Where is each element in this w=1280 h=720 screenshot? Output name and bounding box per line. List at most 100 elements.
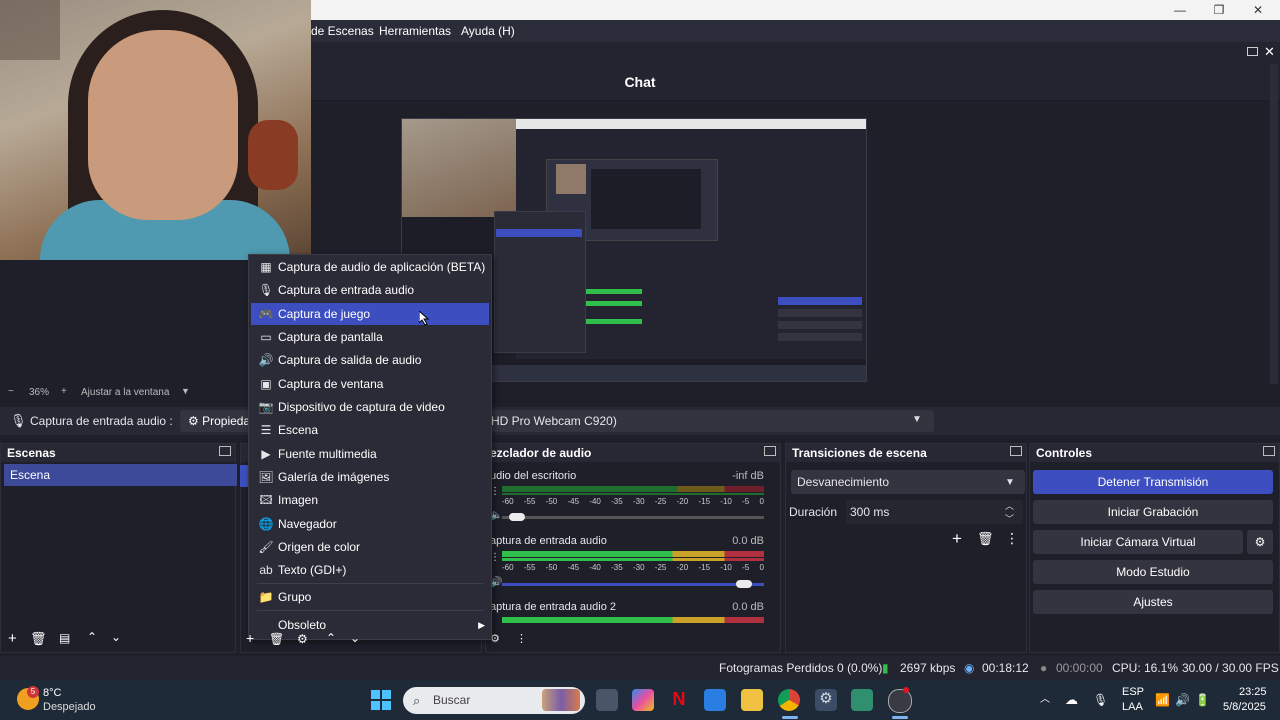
zoom-in-button[interactable]: + xyxy=(61,386,67,397)
list-icon: ☰ xyxy=(260,423,272,437)
settings-app-icon[interactable]: ⚙ xyxy=(815,689,837,711)
task-view-icon[interactable] xyxy=(596,689,618,711)
start-virtual-camera-button[interactable]: Iniciar Cámara Virtual xyxy=(1033,530,1243,554)
preview-scrollbar[interactable] xyxy=(1270,64,1278,384)
clock-date[interactable]: 5/8/2025 xyxy=(1223,701,1266,713)
gear-icon[interactable]: ⚙ xyxy=(1247,530,1273,554)
duration-input[interactable]: 300 ms xyxy=(846,500,1023,524)
menu-scenes[interactable]: de Escenas xyxy=(311,20,374,42)
netflix-icon[interactable]: N xyxy=(668,689,690,711)
studio-mode-button[interactable]: Modo Estudio xyxy=(1033,560,1273,584)
trash-icon[interactable]: 🗑 xyxy=(30,631,47,647)
scene-item[interactable]: Escena xyxy=(4,464,237,486)
undock-icon[interactable] xyxy=(1247,47,1258,56)
menu-item-display-capture[interactable]: ▭ Captura de pantalla xyxy=(251,326,489,348)
speaker-icon: 🔊 xyxy=(258,353,274,367)
gear-icon[interactable]: ⚙ xyxy=(297,632,308,646)
restore-button[interactable]: ❐ xyxy=(1199,0,1239,20)
webcam-feed xyxy=(0,0,311,260)
file-explorer-icon[interactable] xyxy=(741,689,763,711)
stepper-down-icon[interactable]: ﹀ xyxy=(1005,512,1014,525)
menu-item-video-capture-device[interactable]: 📷 Dispositivo de captura de video xyxy=(251,396,489,418)
menu-item-text-gdi[interactable]: ab Texto (GDI+) xyxy=(251,559,489,581)
store-icon[interactable] xyxy=(704,689,726,711)
mixer-menu-icon[interactable]: ⋮ xyxy=(516,632,527,645)
undock-icon[interactable] xyxy=(1010,446,1022,456)
menu-tools[interactable]: Herramientas xyxy=(379,20,451,42)
menu-item-audio-input-capture[interactable]: 🎙 Captura de entrada audio xyxy=(251,279,489,301)
zoom-out-button[interactable]: − xyxy=(8,386,14,397)
mouse-cursor-icon xyxy=(419,311,429,326)
menu-help[interactable]: Ayuda (H) xyxy=(461,20,515,42)
add-scene-button[interactable]: + xyxy=(8,630,17,647)
menu-item-browser[interactable]: 🌐 Navegador xyxy=(251,513,489,535)
obs-icon[interactable] xyxy=(888,689,912,713)
source-item[interactable] xyxy=(240,465,248,487)
dock-close-icon[interactable]: ✕ xyxy=(1264,44,1275,60)
menu-item-scene[interactable]: ☰ Escena xyxy=(251,419,489,441)
mixer-channel-level: 0.0 dB xyxy=(732,535,764,547)
windows-start-icon[interactable] xyxy=(371,690,391,710)
properties-label: Propieda xyxy=(202,414,251,428)
move-up-icon[interactable]: ⌃ xyxy=(326,631,336,645)
minimize-button[interactable]: — xyxy=(1160,0,1200,20)
transition-select[interactable]: Desvanecimiento xyxy=(791,470,1025,494)
chevron-down-icon[interactable]: ▼ xyxy=(1005,477,1015,488)
fit-window-dropdown[interactable]: Ajustar a la ventana xyxy=(81,387,169,398)
microphone-icon[interactable]: 🎙 xyxy=(1093,680,1108,720)
menu-item-image-slideshow[interactable]: 🖼 Galería de imágenes xyxy=(251,466,489,488)
microphone-icon: 🎙 xyxy=(10,413,27,428)
trash-icon[interactable]: 🗑 xyxy=(269,632,284,646)
copilot-icon[interactable] xyxy=(632,689,654,711)
properties-button[interactable]: ⚙ Propieda xyxy=(180,410,256,432)
folder-icon: 📁 xyxy=(258,590,274,604)
menu-item-group[interactable]: 📁 Grupo xyxy=(251,586,489,608)
menu-item-color-source[interactable]: 🖌 Origen de color xyxy=(251,536,489,558)
menu-item-game-capture[interactable]: 🎮 Captura de juego xyxy=(251,303,489,325)
battery-icon[interactable]: 🔋 xyxy=(1195,680,1210,720)
clock-time[interactable]: 23:25 xyxy=(1239,686,1267,698)
filter-icon[interactable]: ▤ xyxy=(59,631,70,645)
menu-item-app-audio-capture[interactable]: ▦ Captura de audio de aplicación (BETA) xyxy=(251,256,489,278)
gallery-icon: 🖼 xyxy=(258,470,274,484)
keyboard-layout[interactable]: LAA xyxy=(1122,701,1143,713)
wifi-icon[interactable]: 📶 xyxy=(1155,680,1170,720)
transitions-title: Transiciones de escena xyxy=(786,444,1026,462)
volume-slider[interactable] xyxy=(502,580,764,588)
settings-button[interactable]: Ajustes xyxy=(1033,590,1273,614)
app-icon[interactable] xyxy=(851,689,873,711)
menu-item-image[interactable]: 🖾 Imagen xyxy=(251,489,489,511)
undock-icon[interactable] xyxy=(764,446,776,456)
move-down-icon[interactable]: ⌄ xyxy=(111,630,121,644)
duration-value: 300 ms xyxy=(850,505,890,519)
close-button[interactable]: ✕ xyxy=(1238,0,1278,20)
device-select[interactable]: HD Pro Webcam C920) xyxy=(485,410,934,432)
undock-icon[interactable] xyxy=(1263,446,1275,456)
undock-icon[interactable] xyxy=(219,446,231,456)
add-source-button[interactable]: + xyxy=(246,630,254,646)
menu-item-deprecated[interactable]: Obsoleto ▶ xyxy=(251,614,489,636)
menu-item-window-capture[interactable]: ▣ Captura de ventana xyxy=(251,373,489,395)
trash-icon[interactable]: 🗑 xyxy=(977,531,994,547)
microphone-icon: 🎙 xyxy=(258,283,274,297)
chevron-down-icon[interactable]: ▼ xyxy=(912,414,922,425)
chrome-icon[interactable] xyxy=(778,689,800,711)
menu-separator xyxy=(257,583,483,584)
menu-item-audio-output-capture[interactable]: 🔊 Captura de salida de audio xyxy=(251,349,489,371)
volume-slider[interactable] xyxy=(502,513,764,521)
stop-streaming-button[interactable]: Detener Transmisión xyxy=(1033,470,1273,494)
move-up-icon[interactable]: ⌃ xyxy=(87,630,97,644)
transition-menu-icon[interactable]: ⋮ xyxy=(1005,530,1019,547)
start-recording-button[interactable]: Iniciar Grabación xyxy=(1033,500,1273,524)
volume-icon[interactable]: 🔊 xyxy=(1175,680,1190,720)
stepper-up-icon[interactable]: ︿ xyxy=(1005,499,1014,512)
move-down-icon[interactable]: ⌄ xyxy=(350,631,360,645)
menu-item-media-source[interactable]: ▶ Fuente multimedia xyxy=(251,443,489,465)
chevron-up-icon[interactable]: ︿ xyxy=(1040,680,1050,720)
selected-source-name: Captura de entrada audio : xyxy=(30,414,173,428)
audio-meter xyxy=(502,551,764,557)
language-code[interactable]: ESP xyxy=(1122,686,1144,698)
chevron-down-icon[interactable]: ▼ xyxy=(181,386,190,396)
add-transition-button[interactable]: + xyxy=(952,529,962,549)
cloud-icon[interactable]: ☁ xyxy=(1065,680,1078,720)
